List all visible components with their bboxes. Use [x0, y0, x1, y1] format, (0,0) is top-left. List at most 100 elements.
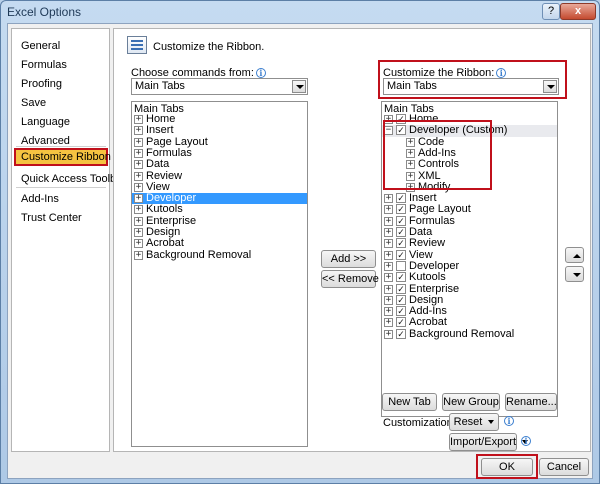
dialog-client: General Formulas Proofing Save Language … [7, 23, 593, 479]
expand-plus-icon[interactable]: + [134, 126, 143, 136]
excel-options-dialog: Excel Options ? x General Formulas Proof… [0, 0, 600, 484]
checkbox[interactable]: ✓ [396, 114, 406, 124]
expand-plus-icon[interactable]: + [406, 171, 415, 181]
expand-plus-icon[interactable]: + [134, 194, 143, 204]
commands-list-item[interactable]: + Acrobat [132, 238, 307, 249]
expand-plus-icon[interactable]: + [384, 194, 393, 204]
checkbox[interactable]: ✓ [396, 283, 406, 294]
expand-plus-icon[interactable]: + [384, 250, 393, 260]
nav-item-quick-access-toolbar[interactable]: Quick Access Toolbar [16, 170, 126, 188]
ribbon-group-item[interactable]: + XML [382, 170, 557, 182]
ribbon-tab-item[interactable]: + ✓ Page Layout [382, 204, 557, 215]
chevron-down-icon[interactable] [292, 80, 306, 93]
ribbon-tab-item[interactable]: + ✓ Kutools [382, 272, 557, 283]
rename-button[interactable]: Rename... [505, 393, 557, 411]
commands-list-item[interactable]: + Kutools [132, 204, 307, 215]
expand-plus-icon[interactable]: + [384, 273, 393, 283]
expand-plus-icon[interactable]: + [384, 295, 393, 305]
ribbon-group-item[interactable]: + Add-Ins [382, 147, 557, 159]
checkbox[interactable] [396, 260, 406, 271]
nav-item-save[interactable]: Save [16, 94, 106, 112]
expand-plus-icon[interactable]: + [134, 239, 143, 249]
commands-list-item-label: Background Removal [146, 248, 252, 261]
expand-plus-icon[interactable]: + [384, 307, 393, 317]
checkbox[interactable]: ✓ [396, 125, 406, 136]
nav-item-language[interactable]: Language [16, 113, 106, 131]
import-export-dropdown-button[interactable]: Import/Export [449, 433, 517, 451]
ribbon-tab-item[interactable]: + ✓ Acrobat [382, 317, 557, 328]
nav-item-formulas[interactable]: Formulas [16, 56, 106, 74]
checkbox[interactable]: ✓ [396, 328, 406, 339]
expand-plus-icon[interactable]: + [384, 239, 393, 249]
expand-plus-icon[interactable]: + [134, 216, 143, 226]
expand-plus-icon[interactable]: + [134, 160, 143, 170]
expand-plus-icon[interactable]: + [134, 182, 143, 192]
choose-commands-dropdown[interactable]: Main Tabs [131, 78, 308, 95]
checkbox[interactable]: ✓ [396, 227, 406, 237]
expand-plus-icon[interactable]: + [384, 205, 393, 215]
choose-commands-value: Main Tabs [135, 80, 185, 92]
expand-plus-icon[interactable]: + [384, 261, 393, 271]
expand-plus-icon[interactable]: + [384, 284, 393, 294]
checkbox[interactable]: ✓ [396, 204, 406, 215]
close-button[interactable]: x [560, 3, 596, 20]
checkbox[interactable]: ✓ [396, 215, 406, 226]
nav-item-general[interactable]: General [16, 37, 106, 55]
expand-plus-icon[interactable]: + [134, 148, 143, 158]
expand-plus-icon[interactable]: + [406, 148, 415, 158]
nav-item-customize-ribbon[interactable]: Customize Ribbon [14, 148, 111, 166]
expand-plus-icon[interactable]: + [406, 137, 415, 147]
expand-plus-icon[interactable]: + [134, 115, 143, 124]
ok-button[interactable]: OK [481, 458, 533, 476]
remove-button[interactable]: << Remove [321, 270, 379, 288]
checkbox[interactable]: ✓ [396, 317, 406, 328]
nav-item-proofing[interactable]: Proofing [16, 75, 106, 93]
move-down-button[interactable] [565, 266, 584, 282]
checkbox[interactable]: ✓ [396, 272, 406, 283]
expand-plus-icon[interactable]: + [406, 182, 415, 192]
expand-plus-icon[interactable]: + [406, 160, 415, 170]
commands-list-item[interactable]: + Background Removal [132, 248, 307, 261]
expand-plus-icon[interactable]: + [134, 228, 143, 237]
move-up-button[interactable] [565, 247, 584, 263]
window-title: Excel Options [7, 5, 82, 19]
commands-list-item[interactable]: + Data [132, 159, 307, 170]
add-button[interactable]: Add >> [321, 250, 376, 268]
cancel-button[interactable]: Cancel [539, 458, 589, 476]
ribbon-tabs-tree[interactable]: Main Tabs + ✓ Home − ✓ Developer (Custom) + Cod… [381, 101, 558, 417]
checkbox[interactable]: ✓ [396, 294, 406, 305]
expand-plus-icon[interactable]: + [384, 318, 393, 328]
checkbox[interactable]: ✓ [396, 193, 406, 204]
expand-plus-icon[interactable]: + [384, 228, 393, 237]
checkbox[interactable]: ✓ [396, 238, 406, 249]
checkbox[interactable]: ✓ [396, 306, 406, 317]
new-group-button[interactable]: New Group [442, 393, 500, 411]
expand-plus-icon[interactable]: + [134, 137, 143, 147]
commands-list[interactable]: Main Tabs + Home + Insert + Page Layout + Formu… [131, 101, 308, 447]
expand-plus-icon[interactable]: + [134, 171, 143, 181]
new-tab-button[interactable]: New Tab [382, 393, 437, 411]
expand-plus-icon[interactable]: + [134, 205, 143, 215]
checkbox[interactable]: ✓ [396, 249, 406, 260]
ribbon-item-label: View [409, 248, 433, 261]
info-icon: i [496, 68, 507, 78]
ribbon-tab-item[interactable]: − ✓ Developer (Custom) [382, 125, 557, 137]
customize-ribbon-dropdown[interactable]: Main Tabs [383, 78, 559, 95]
ribbon-group-item[interactable]: + Controls [382, 159, 557, 170]
nav-item-add-ins[interactable]: Add-Ins [16, 190, 106, 208]
expand-plus-icon[interactable]: + [384, 115, 393, 124]
ribbon-tab-item[interactable]: + ✓ Background Removal [382, 328, 557, 340]
ribbon-group-item[interactable]: + Code [382, 136, 557, 148]
commands-list-item[interactable]: + Insert [132, 125, 307, 136]
commands-list-item-label: Acrobat [146, 237, 184, 250]
collapse-minus-icon[interactable]: − [384, 126, 393, 136]
help-button[interactable]: ? [542, 3, 560, 20]
commands-list-item-label: Insert [146, 124, 174, 137]
reset-dropdown-button[interactable]: Reset [449, 413, 499, 431]
expand-plus-icon[interactable]: + [384, 329, 393, 339]
expand-plus-icon[interactable]: + [384, 216, 393, 226]
chevron-down-icon[interactable] [543, 80, 557, 93]
expand-plus-icon[interactable]: + [134, 250, 143, 260]
nav-item-trust-center[interactable]: Trust Center [16, 209, 106, 227]
ribbon-tab-item[interactable]: + ✓ Review [382, 238, 557, 249]
